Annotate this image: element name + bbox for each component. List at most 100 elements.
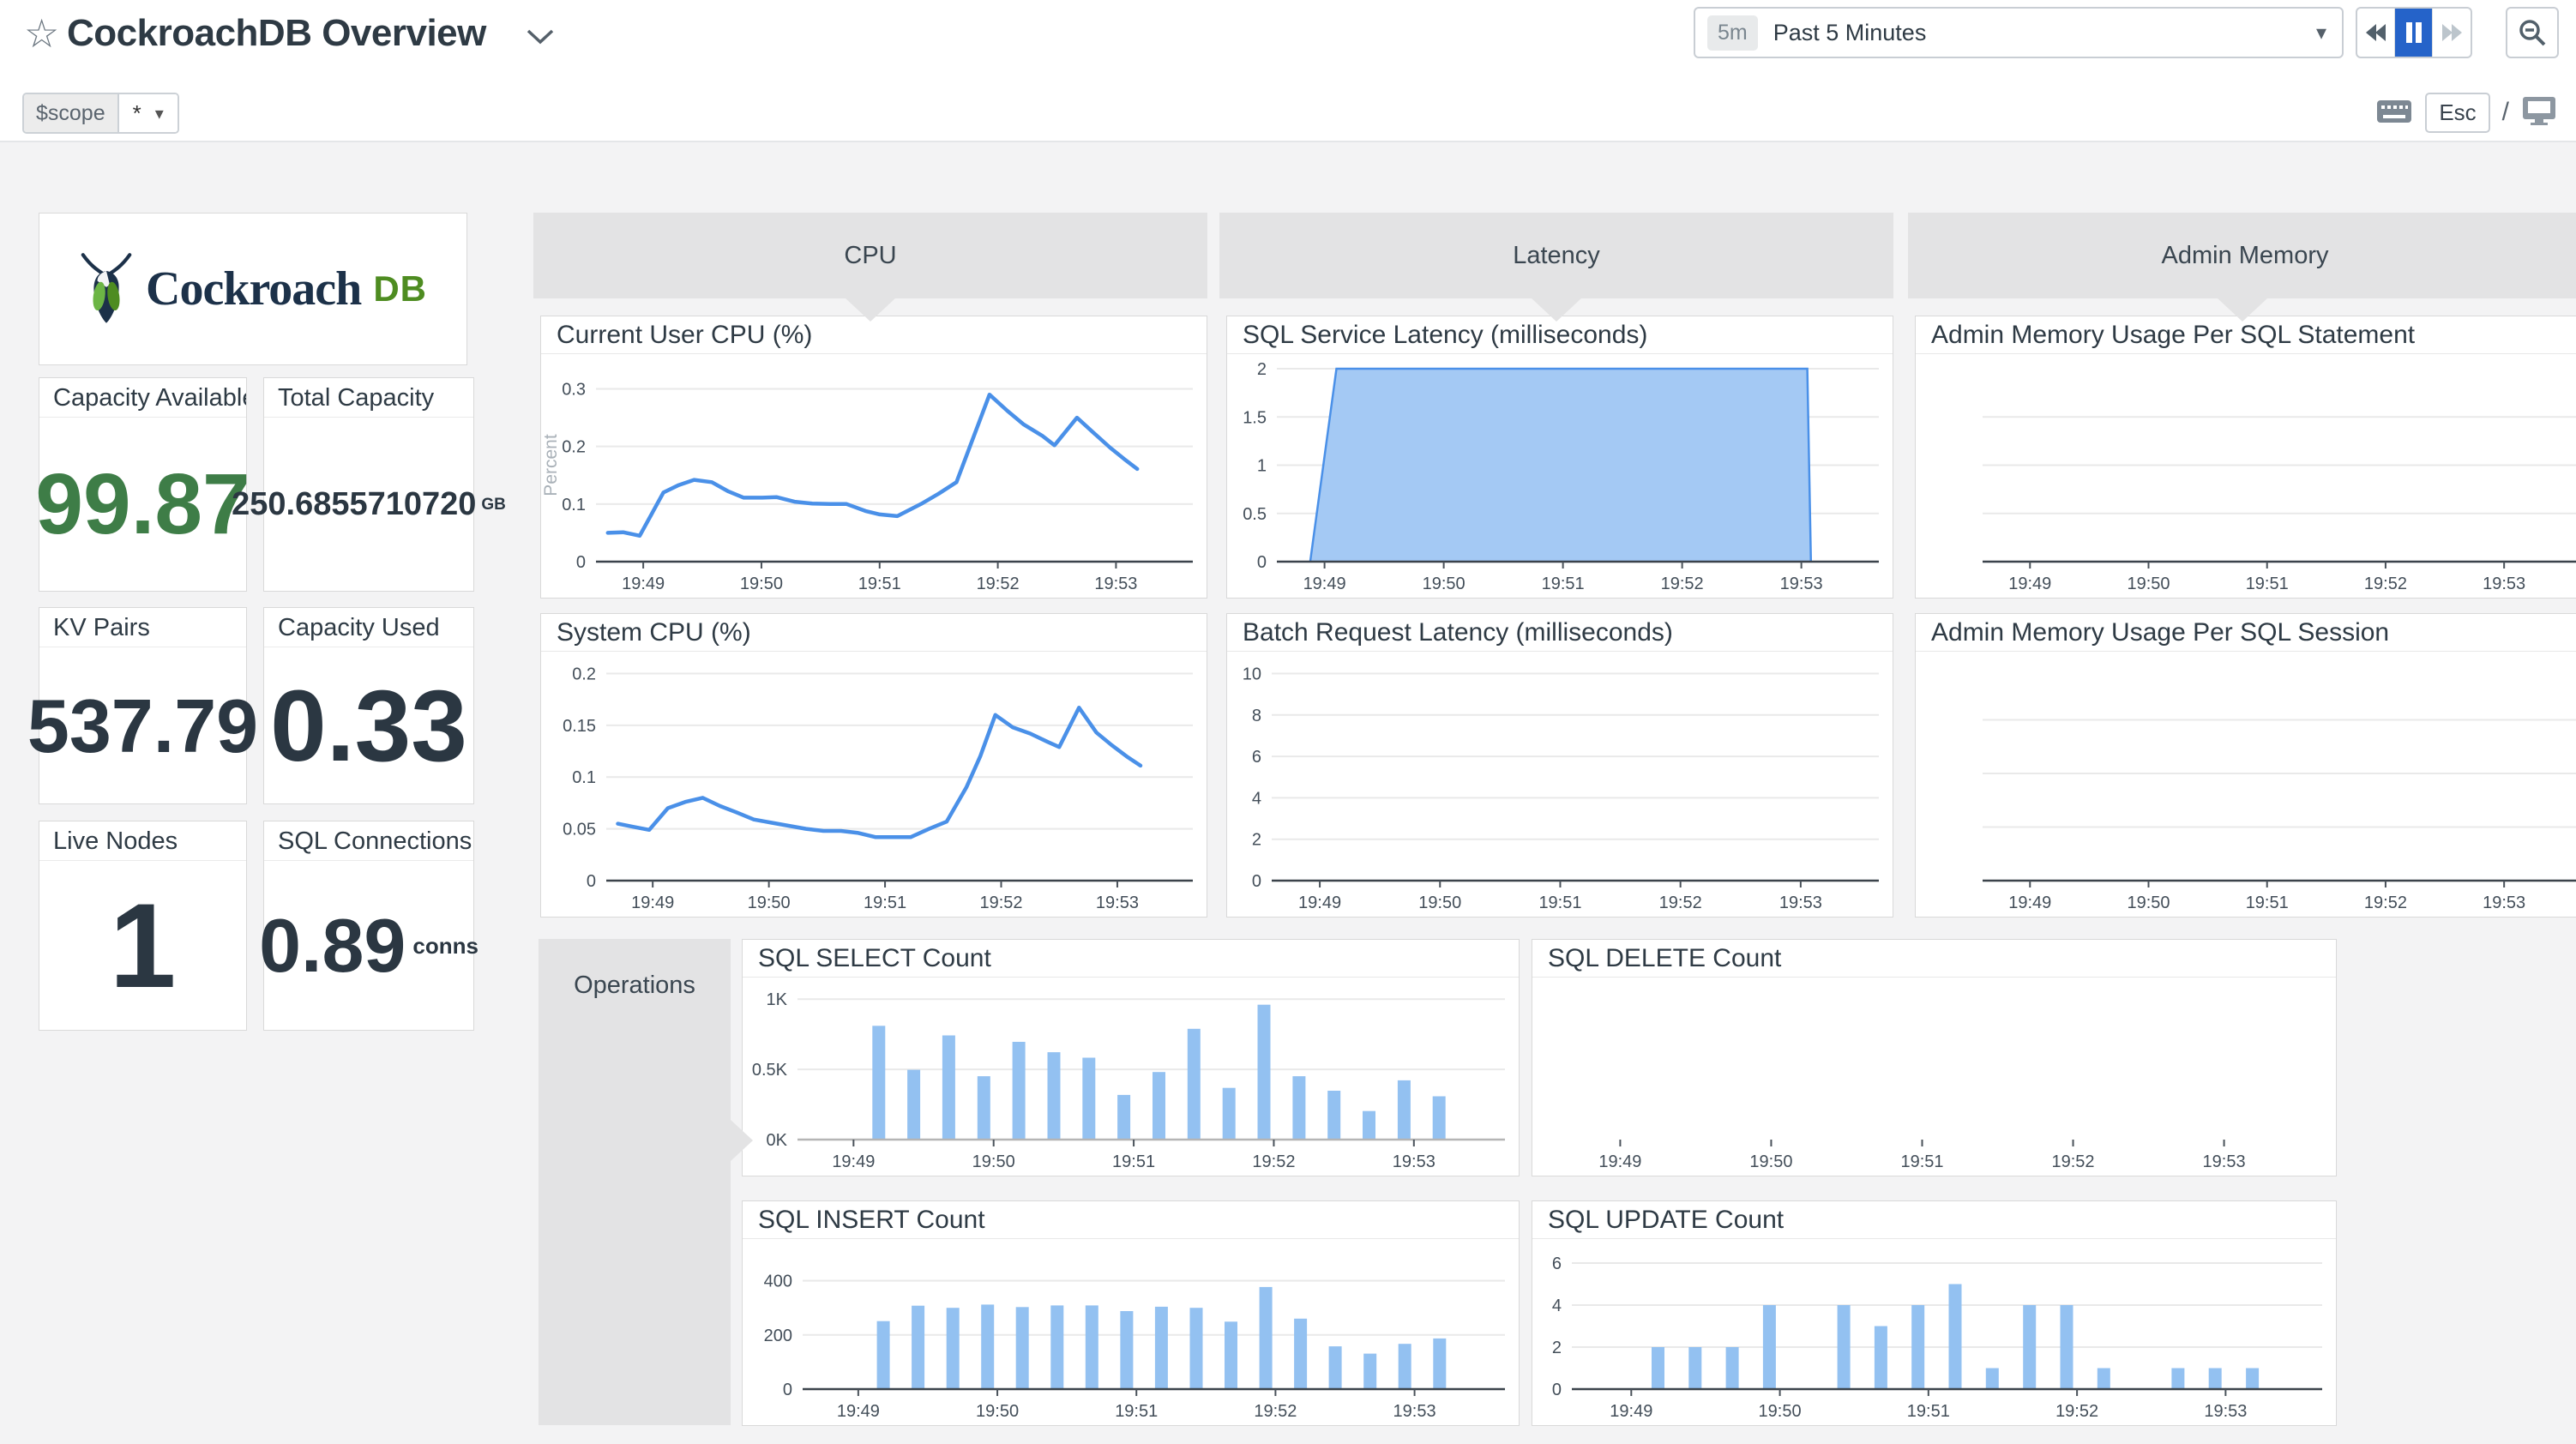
svg-text:19:53: 19:53 [2483,893,2525,912]
chart-card-sql-delete-count: SQL DELETE Count 19:49 19:50 19:51 19:52 19:… [1532,939,2337,1176]
group-title: CPU [844,241,897,269]
stat-card-capacity-used[interactable]: Capacity Used 0.33 [263,607,474,804]
svg-text:4: 4 [1252,789,1261,808]
svg-text:19:53: 19:53 [2203,1152,2246,1171]
favorite-star-icon[interactable]: ☆ [24,10,59,57]
cockroachdb-logo-card: Cockroach DB [39,213,467,365]
cockroachdb-logo: Cockroach DB [79,251,427,327]
svg-text:19:52: 19:52 [1254,1402,1297,1421]
chart-card-sql-update-count: SQL UPDATE Count 0 2 4 6 19:49 19:50 19:51 19:5… [1532,1200,2337,1426]
dashboard-page: ☆ CockroachDB Overview 5m Past 5 Minutes… [0,0,2576,1444]
stat-card-kv-pairs[interactable]: KV Pairs 537.79 [27,607,258,804]
svg-text:10: 10 [1243,665,1261,683]
chart-card-admin-memory-statement: Admin Memory Usage Per SQL Statement 19:… [1915,316,2576,599]
title-chevron-down-icon[interactable] [525,27,556,51]
group-header-latency[interactable]: Latency [1219,213,1893,298]
chart-plot-sql-delete-count[interactable]: 19:49 19:50 19:51 19:52 19:53 [1532,978,2336,1176]
svg-text:19:51: 19:51 [1538,893,1581,912]
svg-text:0.5: 0.5 [1243,505,1267,524]
slash-separator: / [2501,98,2509,126]
stat-label: SQL Connections [264,821,473,861]
svg-text:2: 2 [1257,360,1267,379]
chart-card-sql-service-latency: SQL Service Latency (milliseconds) 0 0.5 1… [1226,316,1893,599]
stat-label: Capacity Used [264,608,473,647]
stat-card-capacity-available[interactable]: Capacity Available... 99.87 [35,377,250,592]
svg-text:2: 2 [1552,1339,1562,1357]
scope-value: * [132,99,141,126]
svg-text:4: 4 [1552,1297,1562,1315]
forward-button[interactable] [2433,9,2471,57]
svg-text:6: 6 [1552,1254,1562,1273]
svg-text:19:53: 19:53 [1096,893,1139,912]
group-title: Operations [574,972,695,999]
chart-title: System CPU (%) [541,614,1207,652]
chart-card-sql-insert-count: SQL INSERT Count 0 200 400 19:49 19:50 19:51 1… [742,1200,1520,1426]
stat-value: 250.6855710720 [232,486,477,522]
stat-card-sql-connections[interactable]: SQL Connections 0.89 conns [259,821,478,1031]
scope-value-dropdown[interactable]: * ▾ [117,94,178,132]
chart-plot-batch-request-latency[interactable]: 0 2 4 6 8 10 19:49 19:50 19:51 19:52 19:53 [1227,653,1893,917]
svg-text:0: 0 [783,1381,792,1399]
svg-text:0: 0 [1257,553,1267,572]
scope-label: $scope [24,94,117,132]
svg-text:19:52: 19:52 [2364,893,2407,912]
group-notch-admin-memory [2217,298,2268,322]
backward-button[interactable] [2357,9,2395,57]
chart-plot-sql-select-count[interactable]: 0K 0.5K 1K 19:49 19:50 19:51 19:52 19:53 [743,978,1519,1176]
svg-text:0.2: 0.2 [572,665,596,683]
chart-title: SQL INSERT Count [743,1201,1519,1239]
chart-plot-sql-update-count[interactable]: 0 2 4 6 19:49 19:50 19:51 19:52 19:53 [1532,1240,2336,1425]
pause-button[interactable] [2395,9,2433,57]
svg-text:19:49: 19:49 [1598,1152,1641,1171]
chart-plot-sql-service-latency[interactable]: 0 0.5 1 1.5 2 19:49 19:50 19:51 19:52 19:53 [1227,355,1893,598]
svg-text:19:51: 19:51 [1900,1152,1943,1171]
stat-value: 1 [109,878,177,1013]
chart-plot-admin-memory-session[interactable]: 19:49 19:50 19:51 19:52 19:53 [1916,653,2576,917]
top-bar: ☆ CockroachDB Overview 5m Past 5 Minutes… [0,0,2576,142]
svg-text:19:50: 19:50 [1749,1152,1792,1171]
template-variable-scope[interactable]: $scope * ▾ [22,93,179,134]
svg-text:19:53: 19:53 [1780,575,1823,593]
svg-text:19:50: 19:50 [972,1152,1015,1171]
svg-text:19:50: 19:50 [1423,575,1466,593]
group-header-cpu[interactable]: CPU [533,213,1207,298]
svg-text:19:53: 19:53 [2204,1402,2247,1421]
group-header-operations[interactable]: Operations [539,939,731,1425]
svg-text:19:49: 19:49 [631,893,674,912]
stat-value: 99.87 [35,456,250,552]
cockroach-bug-icon [81,253,132,323]
stat-value: 0.89 [259,903,406,988]
chart-plot-current-user-cpu[interactable]: 0 0.1 0.2 0.3 19:49 19:50 19:51 19:52 19:53 Perce… [541,355,1207,598]
svg-text:19:49: 19:49 [1298,893,1341,912]
fullscreen-monitor-icon[interactable] [2521,95,2557,130]
svg-text:19:51: 19:51 [1115,1402,1158,1421]
zoom-search-button[interactable] [2506,7,2559,58]
svg-text:Percent: Percent [541,434,561,496]
chart-title: SQL DELETE Count [1532,940,2336,978]
esc-key-button[interactable]: Esc [2425,92,2490,133]
svg-text:19:50: 19:50 [976,1402,1019,1421]
logo-db-suffix: DB [373,268,427,309]
svg-text:19:51: 19:51 [2246,893,2289,912]
svg-text:0.05: 0.05 [563,821,596,839]
chart-plot-admin-memory-statement[interactable]: 19:49 19:50 19:51 19:52 19:53 [1916,355,2576,598]
time-range-badge: 5m [1707,15,1758,51]
chart-plot-sql-insert-count[interactable]: 0 200 400 19:49 19:50 19:51 19:52 19:53 [743,1240,1519,1425]
stat-card-total-capacity[interactable]: Total Capacity 250.6855710720 GB [232,377,506,592]
svg-text:19:49: 19:49 [2008,893,2051,912]
svg-text:19:52: 19:52 [2055,1402,2098,1421]
svg-text:19:51: 19:51 [1542,575,1585,593]
chart-title: SQL UPDATE Count [1532,1201,2336,1239]
group-header-admin-memory[interactable]: Admin Memory [1908,213,2576,298]
keyboard-icon[interactable] [2375,97,2413,129]
svg-text:19:52: 19:52 [1252,1152,1295,1171]
svg-text:0: 0 [1252,872,1261,891]
chart-plot-system-cpu[interactable]: 0 0.05 0.1 0.15 0.2 19:49 19:50 19:51 19:52 19:53 [541,653,1207,917]
playback-controls [2356,7,2472,58]
time-range-dropdown[interactable]: 5m Past 5 Minutes ▾ [1694,7,2344,58]
stat-card-live-nodes[interactable]: Live Nodes 1 [39,821,247,1031]
group-notch-cpu [845,298,896,322]
chart-title: Admin Memory Usage Per SQL Statement [1916,316,2576,354]
stat-unit: conns [412,932,478,959]
chart-card-current-user-cpu: Current User CPU (%) 0 0.1 0.2 0.3 19:49 19:5… [540,316,1207,599]
